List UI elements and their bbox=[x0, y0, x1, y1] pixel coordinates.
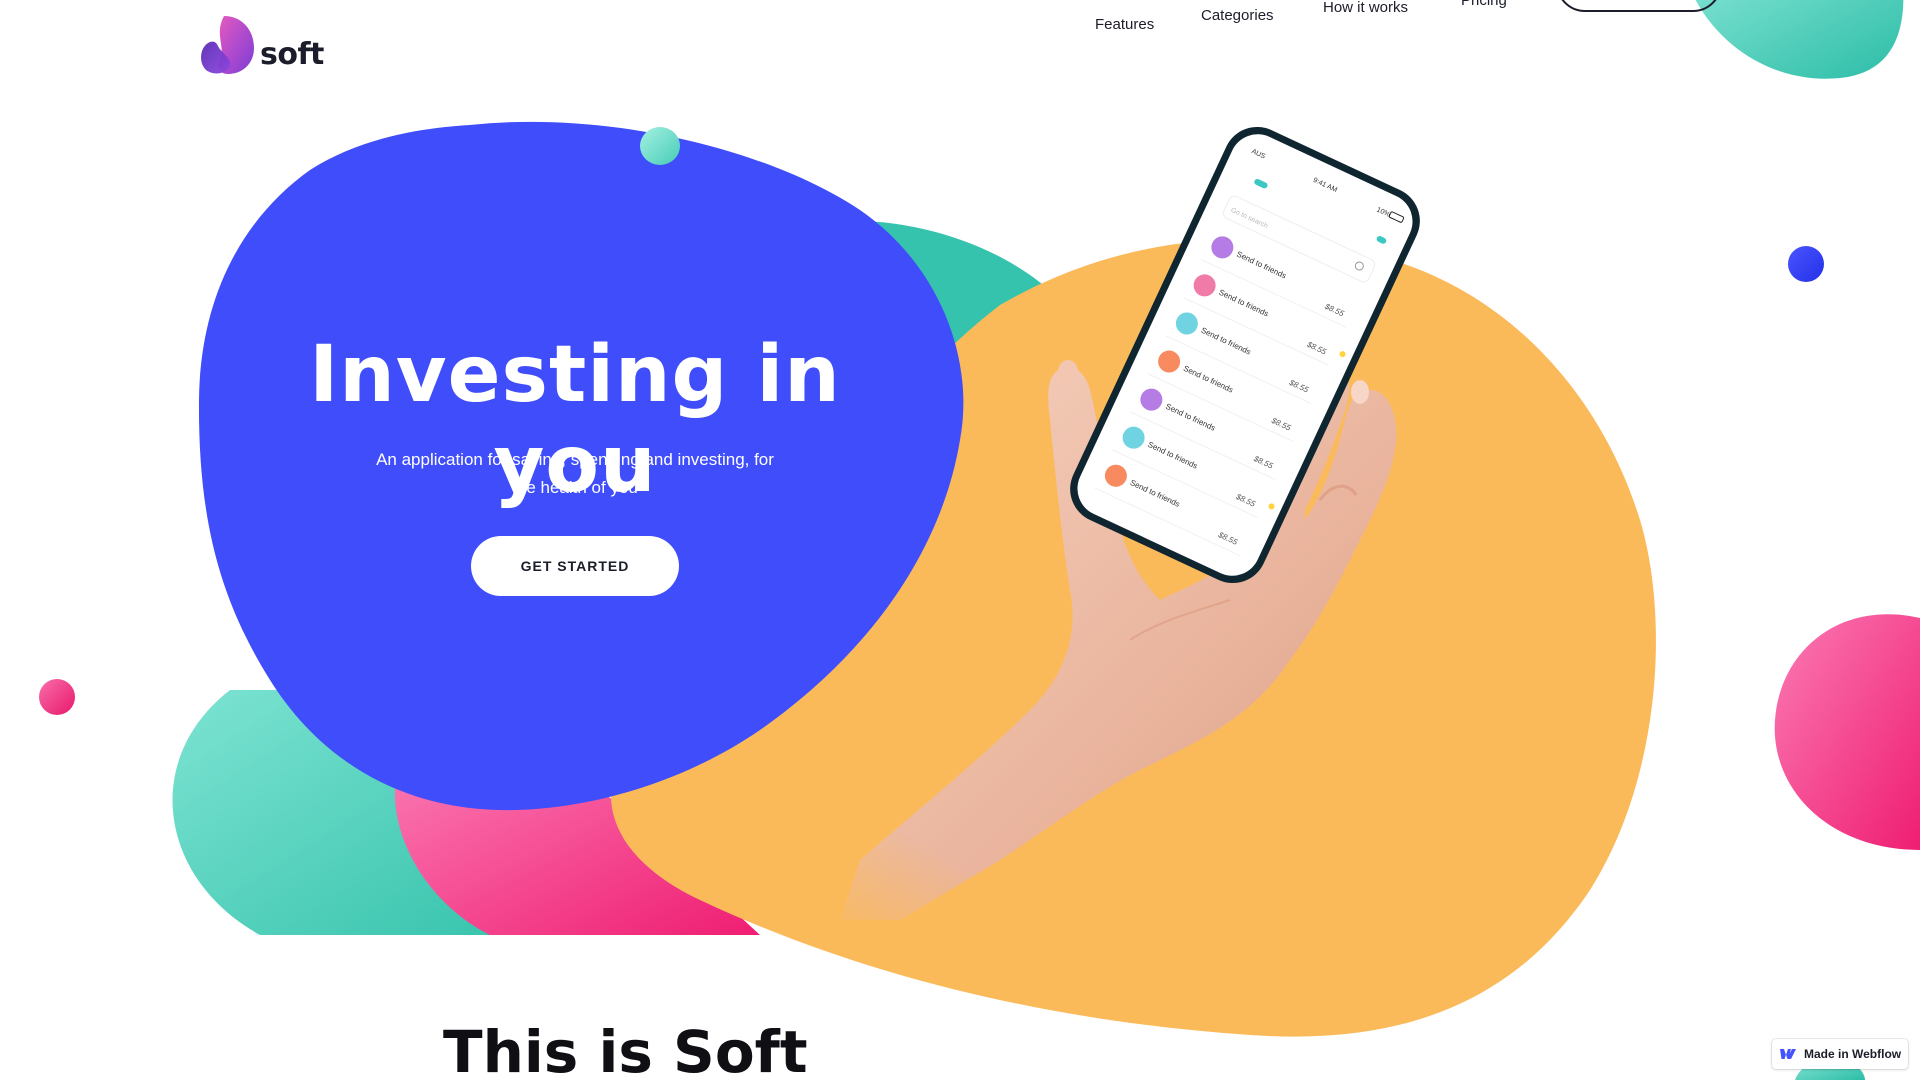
right-pink-blob bbox=[1774, 614, 1920, 850]
nav-link-how-it-works[interactable]: How it works bbox=[1323, 0, 1408, 16]
webflow-badge-text: Made in Webflow bbox=[1804, 1047, 1902, 1061]
brand-name: soft bbox=[260, 37, 324, 72]
top-right-teal-blob bbox=[1695, 0, 1904, 79]
nav-link-categories[interactable]: Categories bbox=[1201, 7, 1274, 24]
section-title: This is Soft bbox=[443, 1018, 808, 1080]
nav-cta-button[interactable] bbox=[1556, 0, 1722, 12]
mint-dot bbox=[640, 127, 680, 165]
get-started-button[interactable]: GET STARTED bbox=[471, 536, 679, 596]
hero-subtitle: An application for saving, spending and … bbox=[345, 446, 805, 502]
hero-subtitle-line-1: An application for saving, spending and … bbox=[376, 450, 774, 469]
nav-link-pricing[interactable]: Pricing bbox=[1461, 0, 1507, 9]
blue-dot bbox=[1788, 246, 1824, 282]
webflow-icon bbox=[1780, 1049, 1796, 1059]
landing-page: soft Features Categories How it works Pr… bbox=[0, 0, 1920, 1080]
brand-logo[interactable]: soft bbox=[196, 12, 324, 76]
soft-logo-icon bbox=[201, 16, 254, 74]
phone-in-hand-illustration: AUS 9:41 AM 10% Go to search Send to fri… bbox=[800, 126, 1420, 920]
hero-subtitle-line-2: the health of you bbox=[512, 478, 638, 497]
pink-dot bbox=[39, 679, 75, 715]
made-in-webflow-badge[interactable]: Made in Webflow bbox=[1772, 1039, 1908, 1069]
nav-link-features[interactable]: Features bbox=[1095, 16, 1154, 33]
